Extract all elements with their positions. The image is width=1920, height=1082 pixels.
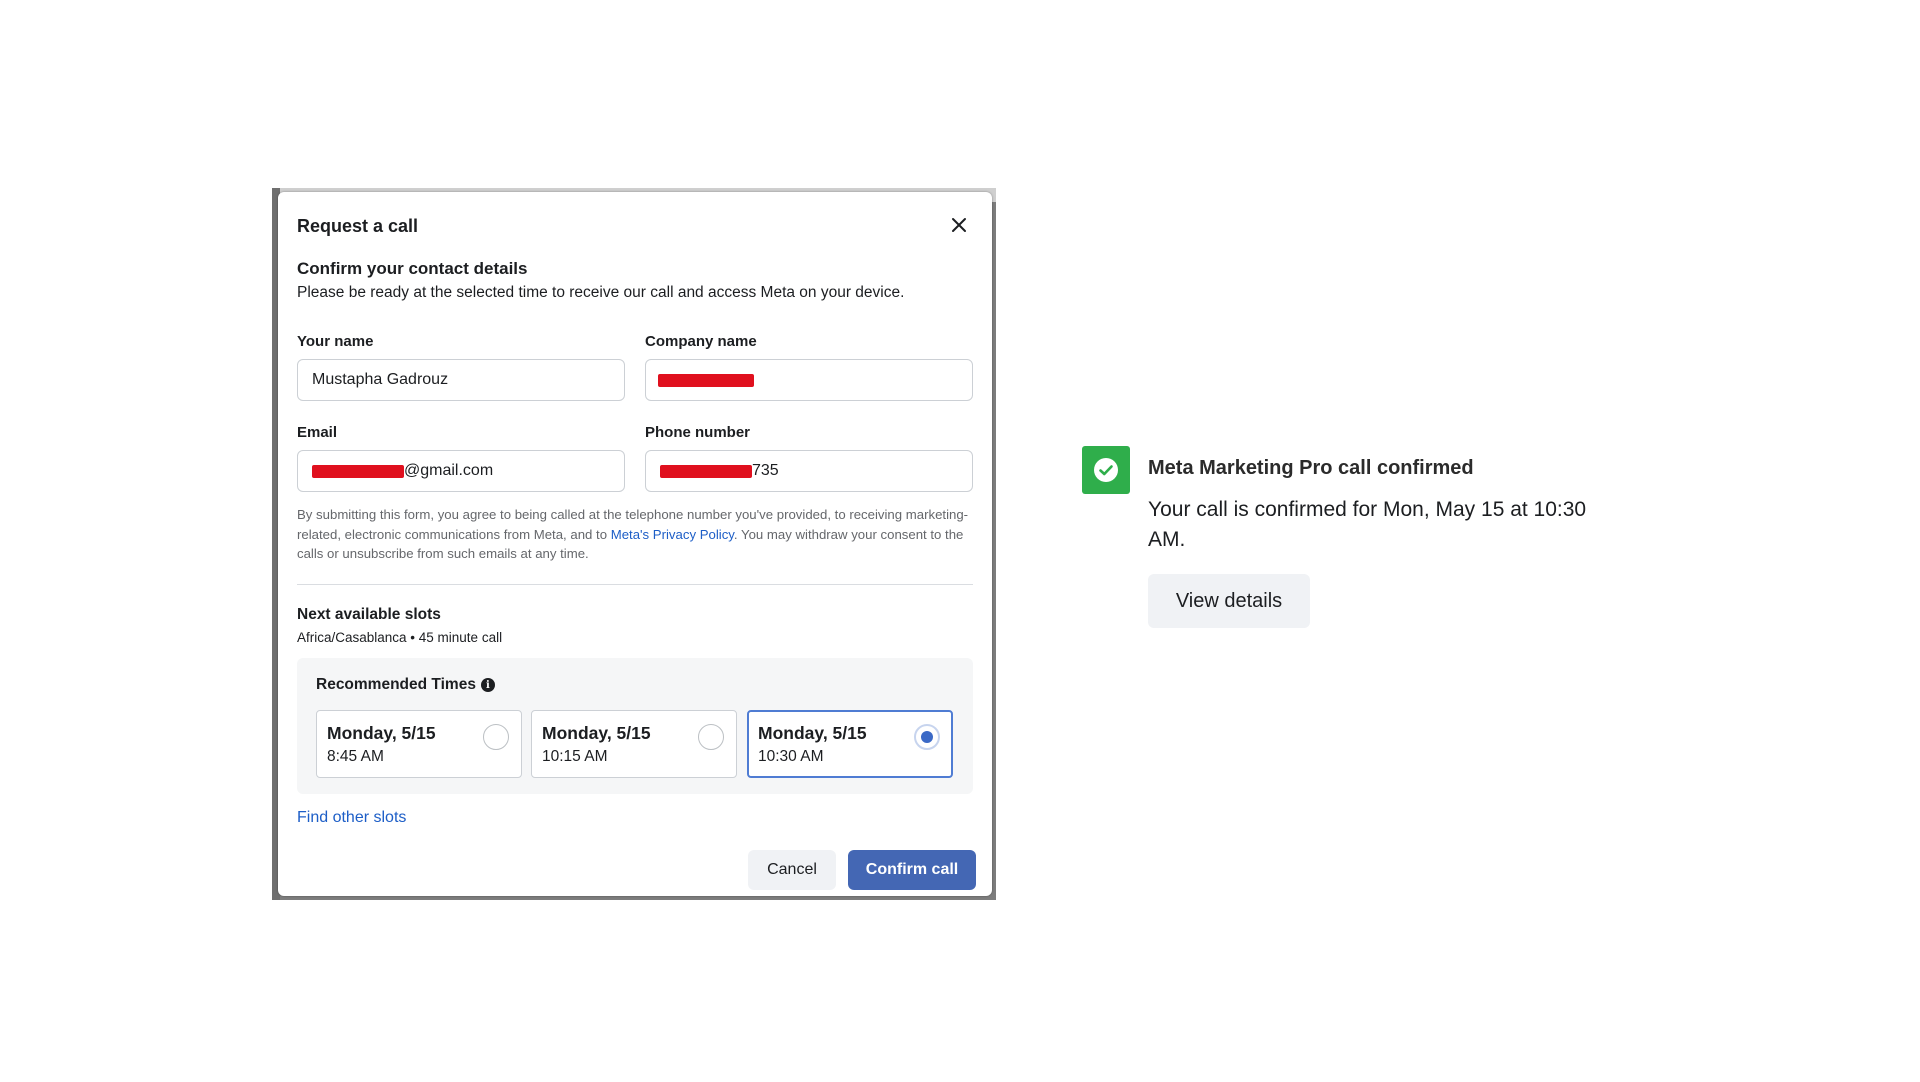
phone-field[interactable]: 735 (645, 450, 973, 492)
contact-details-heading: Confirm your contact details (297, 259, 528, 278)
confirmation-message: Your call is confirmed for Mon, May 15 a… (1148, 498, 1587, 551)
name-label: Your name (297, 333, 374, 350)
slot-day: Monday, 5/15 (542, 723, 651, 743)
divider (297, 584, 973, 585)
info-icon[interactable]: i (480, 678, 495, 692)
contact-details-subheading: Please be ready at the selected time to … (297, 284, 905, 301)
request-call-dialog: Request a call Confirm your contact deta… (278, 192, 992, 896)
time-slot-option[interactable]: Monday, 5/15 8:45 AM (316, 710, 522, 778)
slot-time: 10:30 AM (758, 748, 824, 765)
name-field[interactable]: Mustapha Gadrouz (297, 359, 625, 401)
call-confirmed-notice: Meta Marketing Pro call confirmed Your c… (1082, 446, 1622, 666)
confirmation-title: Meta Marketing Pro call confirmed (1148, 457, 1474, 479)
close-button[interactable] (944, 210, 974, 240)
confirm-call-button[interactable]: Confirm call (848, 850, 976, 890)
slot-day: Monday, 5/15 (758, 723, 867, 743)
privacy-policy-link[interactable]: Meta's Privacy Policy (611, 527, 734, 542)
time-slot-option-selected[interactable]: Monday, 5/15 10:30 AM (747, 710, 953, 778)
consent-text: By submitting this form, you agree to be… (297, 505, 977, 564)
recommended-times-panel: Recommended Times i Monday, 5/15 8:45 AM… (297, 658, 973, 794)
company-label: Company name (645, 333, 757, 350)
time-slot-option[interactable]: Monday, 5/15 10:15 AM (531, 710, 737, 778)
slot-day: Monday, 5/15 (327, 723, 436, 743)
request-call-screenshot: Request a call Confirm your contact deta… (272, 188, 996, 900)
email-label: Email (297, 424, 338, 441)
name-value: Mustapha Gadrouz (312, 371, 449, 388)
redaction-mark (660, 464, 752, 478)
redaction-mark (312, 464, 404, 478)
slot-time: 10:15 AM (542, 748, 608, 765)
slot-radio-selected[interactable] (914, 724, 940, 750)
radio-selected-dot (921, 731, 933, 743)
recommended-times-label: Recommended Times (316, 676, 476, 693)
check-circle-icon (1094, 458, 1118, 482)
recommended-times-title: Recommended Times i (316, 676, 495, 694)
view-details-button[interactable]: View details (1148, 574, 1310, 628)
phone-visible-value: 735 (752, 462, 779, 479)
cancel-button[interactable]: Cancel (748, 850, 836, 890)
find-other-slots-link[interactable]: Find other slots (297, 809, 406, 827)
email-visible-value: @gmail.com (404, 462, 494, 479)
slot-time: 8:45 AM (327, 748, 384, 765)
slot-radio[interactable] (698, 724, 724, 750)
email-field[interactable]: @gmail.com (297, 450, 625, 492)
slot-radio[interactable] (483, 724, 509, 750)
company-field[interactable] (645, 359, 973, 401)
slots-subheading: Africa/Casablanca • 45 minute call (297, 630, 503, 645)
close-icon (952, 218, 966, 232)
dialog-title: Request a call (297, 216, 419, 236)
confirmed-badge (1082, 446, 1130, 494)
slots-heading: Next available slots (297, 606, 441, 623)
redaction-mark (658, 373, 754, 387)
phone-label: Phone number (645, 424, 751, 441)
